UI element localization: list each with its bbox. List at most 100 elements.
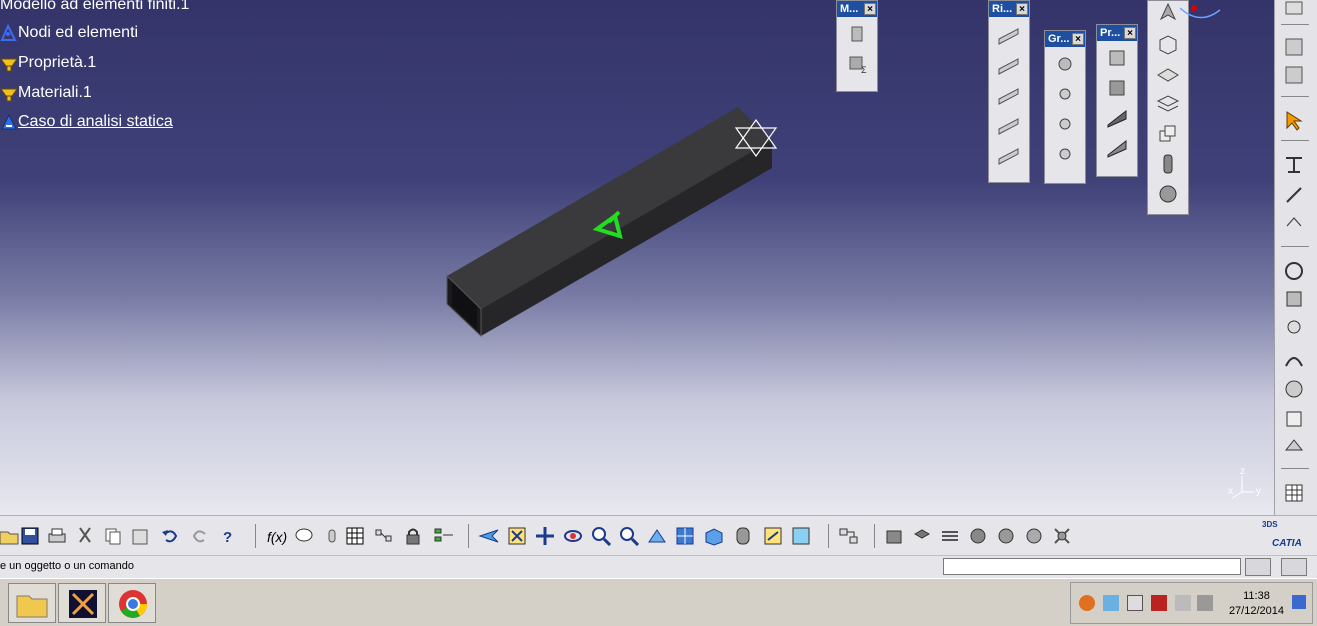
beam-property-icon[interactable] <box>1104 105 1130 131</box>
redo-icon[interactable] <box>190 526 210 546</box>
iso-view-icon[interactable] <box>703 526 723 546</box>
table-icon[interactable] <box>1283 482 1305 504</box>
zoom-in-icon[interactable] <box>591 526 612 547</box>
copy-view-icon[interactable] <box>1155 121 1181 147</box>
tray-icon-avast[interactable] <box>1079 595 1095 611</box>
status-button-2[interactable] <box>1281 558 1307 576</box>
save-management-icon[interactable] <box>1283 0 1305 22</box>
clock[interactable]: 11:38 27/12/2014 <box>1229 589 1284 619</box>
undo-icon[interactable] <box>160 526 180 546</box>
compute-icon[interactable] <box>1283 260 1305 282</box>
lock-icon[interactable] <box>403 526 423 546</box>
analysis-tool-7-icon[interactable] <box>1052 526 1072 546</box>
close-icon[interactable]: × <box>1016 3 1028 15</box>
report-icon[interactable] <box>1283 436 1305 458</box>
paste-icon[interactable] <box>130 526 150 546</box>
copy-icon[interactable] <box>103 526 123 546</box>
group-lines-icon[interactable] <box>1052 81 1078 107</box>
print-icon[interactable] <box>47 526 67 546</box>
close-icon[interactable]: × <box>1124 27 1136 39</box>
toolbar-view[interactable] <box>1147 0 1189 215</box>
sphere-icon[interactable] <box>1155 181 1181 207</box>
shell-property-icon[interactable] <box>1104 75 1130 101</box>
mesh-part-icon[interactable] <box>844 21 870 47</box>
swap-space-icon[interactable] <box>791 526 811 546</box>
group-points-icon[interactable] <box>1052 51 1078 77</box>
toolbar-mesh[interactable]: M... × Σ <box>836 0 878 92</box>
animate-icon[interactable] <box>1283 378 1305 400</box>
tray-icon-network[interactable] <box>1103 595 1119 611</box>
material-property-icon[interactable] <box>1104 135 1130 161</box>
chrome-button[interactable] <box>108 583 156 623</box>
tray-icon-flag[interactable] <box>1127 595 1143 611</box>
load-tool-icon[interactable] <box>1283 184 1305 206</box>
knowledge-icon[interactable] <box>322 526 342 546</box>
catia-taskbar-button[interactable] <box>58 583 106 623</box>
layers-icon[interactable] <box>1155 91 1181 117</box>
results-icon[interactable] <box>1283 288 1305 310</box>
toolbar-groups[interactable]: Gr... × <box>1044 30 1086 184</box>
tray-icon-security[interactable] <box>1151 595 1167 611</box>
analysis-tool-5-icon[interactable] <box>996 526 1016 546</box>
mesh-manager-icon[interactable] <box>1283 64 1305 86</box>
save-icon[interactable] <box>20 526 40 546</box>
pan-icon[interactable] <box>535 526 555 546</box>
toolbar-header[interactable]: Ri... × <box>989 1 1029 17</box>
restraint-pivot-icon[interactable] <box>996 111 1022 137</box>
model-manager-icon[interactable] <box>1283 36 1305 58</box>
normal-view-icon[interactable] <box>647 526 667 546</box>
tree-expand-icon[interactable] <box>433 526 453 546</box>
clamp-tool-icon[interactable] <box>1283 154 1305 176</box>
formula-icon[interactable]: f(x) <box>266 526 287 546</box>
group-surfaces-icon[interactable] <box>1052 111 1078 137</box>
fly-mode-icon[interactable] <box>478 526 499 546</box>
cube-view-icon[interactable] <box>1155 31 1181 57</box>
workbench-icon[interactable] <box>838 526 858 546</box>
select-cursor-icon[interactable] <box>1283 110 1305 132</box>
show-desktop-icon[interactable] <box>1292 595 1306 609</box>
toolbar-properties[interactable]: Pr... × <box>1096 24 1138 177</box>
3d-viewport[interactable]: Modello ad elementi finiti.1 Nodi ed ele… <box>0 0 1274 515</box>
close-icon[interactable]: × <box>864 3 876 15</box>
plane-view-icon[interactable] <box>1155 61 1181 87</box>
fly-icon[interactable] <box>1155 1 1181 27</box>
restraint-slider-icon[interactable] <box>996 81 1022 107</box>
solid-property-icon[interactable] <box>1104 45 1130 71</box>
mesh-sum-icon[interactable]: Σ <box>844 51 870 77</box>
toolbar-header[interactable]: Gr... × <box>1045 31 1085 47</box>
tray-icon-signal[interactable] <box>1175 595 1191 611</box>
analysis-tool-6-icon[interactable] <box>1024 526 1044 546</box>
toolbar-header[interactable]: M... × <box>837 1 877 17</box>
toolbar-restraints[interactable]: Ri... × <box>988 0 1030 183</box>
restraint-isostatic-icon[interactable] <box>996 141 1022 167</box>
zoom-out-icon[interactable] <box>619 526 640 547</box>
analysis-tool-3-icon[interactable] <box>940 526 960 546</box>
toolbar-header[interactable]: Pr... × <box>1097 25 1137 41</box>
close-icon[interactable]: × <box>1072 33 1084 45</box>
tray-icon-volume[interactable] <box>1197 595 1213 611</box>
help-icon[interactable]: ? <box>218 526 238 546</box>
multi-view-icon[interactable] <box>675 526 695 546</box>
analysis-tool-2-icon[interactable] <box>912 526 932 546</box>
status-button-1[interactable] <box>1245 558 1271 576</box>
von-mises-icon[interactable] <box>1283 348 1305 370</box>
cut-icon[interactable] <box>75 526 95 546</box>
compass-icon[interactable] <box>1180 0 1225 26</box>
analysis-tool-4-icon[interactable] <box>968 526 988 546</box>
render-style-icon[interactable] <box>733 526 753 546</box>
command-input[interactable] <box>943 558 1241 575</box>
analysis-tool-1-icon[interactable] <box>884 526 904 546</box>
deformation-icon[interactable] <box>1283 318 1305 340</box>
comment-icon[interactable] <box>294 526 314 546</box>
distributed-load-icon[interactable] <box>1283 212 1305 234</box>
restraint-surface-icon[interactable] <box>996 51 1022 77</box>
rotate-icon[interactable] <box>563 526 583 546</box>
table-tool-icon[interactable] <box>345 526 365 546</box>
explorer-button[interactable] <box>8 583 56 623</box>
group-body-icon[interactable] <box>1052 141 1078 167</box>
cut-plane-icon[interactable] <box>1283 408 1305 430</box>
open-icon[interactable] <box>0 526 20 546</box>
restraint-clamp-icon[interactable] <box>996 21 1022 47</box>
bottle-icon[interactable] <box>1155 151 1181 177</box>
hide-show-icon[interactable] <box>763 526 783 546</box>
